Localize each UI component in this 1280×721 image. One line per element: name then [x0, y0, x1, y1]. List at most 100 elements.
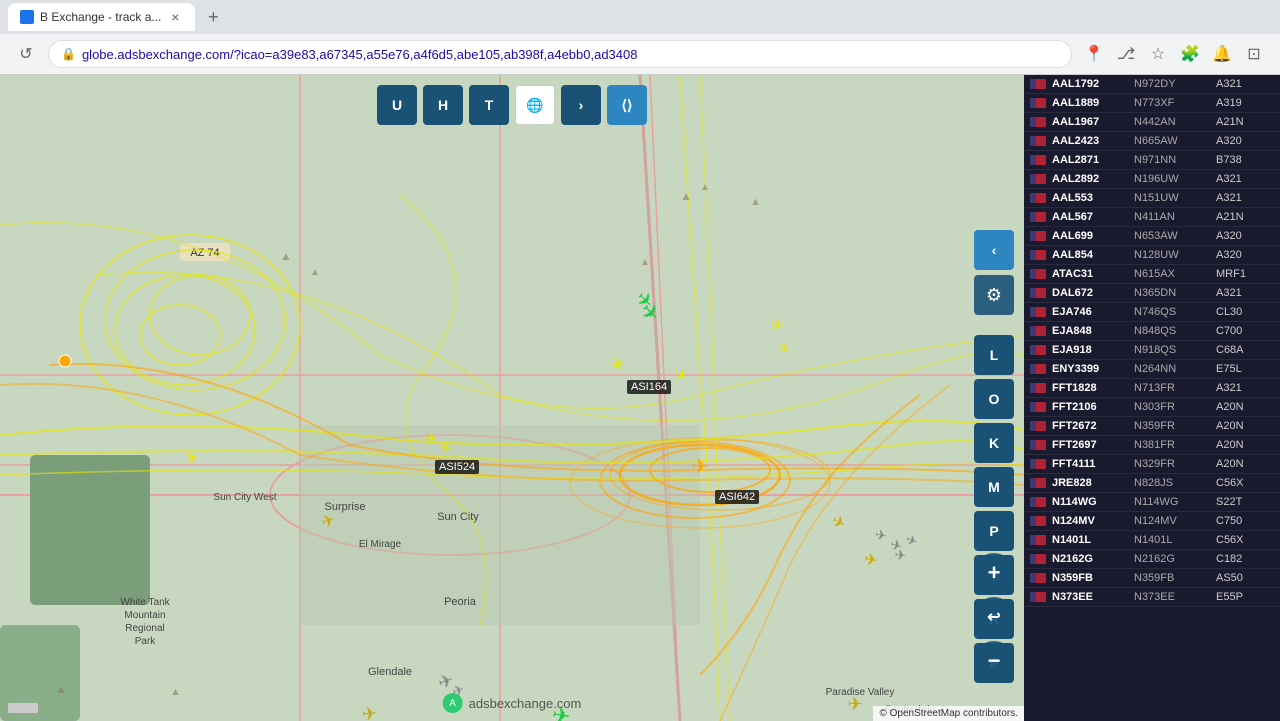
registration: N971NN	[1134, 154, 1214, 166]
globe-button[interactable]: 🌐	[515, 85, 555, 125]
callsign: AAL854	[1052, 249, 1132, 261]
registration: N329FR	[1134, 458, 1214, 470]
list-item[interactable]: ENY3399 N264NN E75L	[1024, 360, 1280, 379]
registration: N972DY	[1134, 78, 1214, 90]
list-item[interactable]: ATAC31 N615AX MRF1	[1024, 265, 1280, 284]
list-item[interactable]: FFT2672 N359FR A20N	[1024, 417, 1280, 436]
arrow-toggle-button[interactable]: ⟨⟩	[607, 85, 647, 125]
tab-favicon	[20, 10, 34, 24]
nav-m-button[interactable]: M	[974, 467, 1014, 507]
settings-button[interactable]: ⚙	[974, 275, 1014, 315]
aircraft-type: A21N	[1216, 116, 1272, 128]
list-item[interactable]: N2162G N2162G C182	[1024, 550, 1280, 569]
list-item[interactable]: FFT2697 N381FR A20N	[1024, 436, 1280, 455]
list-item[interactable]: AAL1967 N442AN A21N	[1024, 113, 1280, 132]
flag-icon	[1030, 497, 1046, 507]
aircraft-type: A20N	[1216, 420, 1272, 432]
list-item[interactable]: AAL553 N151UW A321	[1024, 189, 1280, 208]
list-item[interactable]: EJA918 N918QS C68A	[1024, 341, 1280, 360]
aircraft-type: A20N	[1216, 401, 1272, 413]
map-area[interactable]: AZ 74	[0, 75, 1024, 721]
notifications-button[interactable]: 🔔	[1208, 40, 1236, 68]
callsign: AAL1792	[1052, 78, 1132, 90]
flag-icon	[1030, 592, 1046, 602]
zoom-out-button[interactable]: −	[974, 641, 1014, 681]
flag-icon	[1030, 307, 1046, 317]
callsign: EJA746	[1052, 306, 1132, 318]
list-item[interactable]: AAL1792 N972DY A321	[1024, 75, 1280, 94]
svg-text:Park: Park	[135, 636, 157, 647]
list-item[interactable]: AAL567 N411AN A21N	[1024, 208, 1280, 227]
svg-text:El Mirage: El Mirage	[359, 539, 402, 550]
aircraft-type: C68A	[1216, 344, 1272, 356]
list-item[interactable]: FFT4111 N329FR A20N	[1024, 455, 1280, 474]
list-item[interactable]: FFT2106 N303FR A20N	[1024, 398, 1280, 417]
share-button[interactable]: ⎇	[1112, 40, 1140, 68]
list-item[interactable]: FFT1828 N713FR A321	[1024, 379, 1280, 398]
flag-icon	[1030, 136, 1046, 146]
flag-icon	[1030, 478, 1046, 488]
svg-text:AZ 74: AZ 74	[190, 247, 219, 259]
back-button[interactable]: ↺	[12, 40, 40, 68]
aircraft-type: C56X	[1216, 534, 1272, 546]
list-item[interactable]: DAL672 N365DN A321	[1024, 284, 1280, 303]
aircraft-type: MRF1	[1216, 268, 1272, 280]
aircraft-type: C700	[1216, 325, 1272, 337]
list-item[interactable]: N114WG N114WG S22T	[1024, 493, 1280, 512]
list-item[interactable]: AAL699 N653AW A320	[1024, 227, 1280, 246]
svg-text:▲: ▲	[680, 189, 692, 203]
svg-text:Surprise: Surprise	[325, 501, 366, 513]
list-item[interactable]: JRE828 N828JS C56X	[1024, 474, 1280, 493]
settings-icon: ⚙	[986, 285, 1002, 306]
arrow-left-button[interactable]: ‹	[974, 230, 1014, 270]
flag-icon	[1030, 269, 1046, 279]
pan-button[interactable]: ↩	[974, 597, 1014, 637]
menu-button[interactable]: ⊡	[1240, 40, 1268, 68]
t-button[interactable]: T	[469, 85, 509, 125]
nav-l-button[interactable]: L	[974, 335, 1014, 375]
zoom-controls: + ↩ −	[974, 553, 1014, 681]
active-tab[interactable]: B Exchange - track a... ×	[8, 3, 195, 31]
nav-k-button[interactable]: K	[974, 423, 1014, 463]
bookmark-button[interactable]: ☆	[1144, 40, 1172, 68]
svg-text:Glendale: Glendale	[368, 666, 412, 678]
registration: N359FB	[1134, 572, 1214, 584]
flag-icon	[1030, 117, 1046, 127]
adsbexchange-logo: A adsbexchange.com	[443, 693, 582, 713]
aircraft-type: A321	[1216, 192, 1272, 204]
registration: N128UW	[1134, 249, 1214, 261]
list-item[interactable]: EJA848 N848QS C700	[1024, 322, 1280, 341]
list-item[interactable]: N124MV N124MV C750	[1024, 512, 1280, 531]
callsign: AAL553	[1052, 192, 1132, 204]
flag-icon	[1030, 79, 1046, 89]
list-item[interactable]: AAL2892 N196UW A321	[1024, 170, 1280, 189]
nav-o-button[interactable]: O	[974, 379, 1014, 419]
flag-icon	[1030, 383, 1046, 393]
tab-close-button[interactable]: ×	[167, 9, 183, 25]
lock-icon: 🔒	[61, 47, 76, 61]
list-item[interactable]: N359FB N359FB AS50	[1024, 569, 1280, 588]
u-button[interactable]: U	[377, 85, 417, 125]
aircraft-type: CL30	[1216, 306, 1272, 318]
list-item[interactable]: AAL1889 N773XF A319	[1024, 94, 1280, 113]
aircraft-label-asi642: ASI642	[715, 490, 759, 504]
nav-p-button[interactable]: P	[974, 511, 1014, 551]
extensions-button[interactable]: 🧩	[1176, 40, 1204, 68]
h-button[interactable]: H	[423, 85, 463, 125]
callsign: N359FB	[1052, 572, 1132, 584]
url-field[interactable]: 🔒 globe.adsbexchange.com/?icao=a39e83,a6…	[48, 40, 1072, 68]
list-item[interactable]: EJA746 N746QS CL30	[1024, 303, 1280, 322]
list-item[interactable]: AAL854 N128UW A320	[1024, 246, 1280, 265]
list-item[interactable]: AAL2871 N971NN B738	[1024, 151, 1280, 170]
arrow-right-button[interactable]: ›	[561, 85, 601, 125]
new-tab-button[interactable]: +	[199, 3, 227, 31]
list-item[interactable]: AAL2423 N665AW A320	[1024, 132, 1280, 151]
list-item[interactable]: N373EE N373EE E55P	[1024, 588, 1280, 607]
aircraft-type: A321	[1216, 78, 1272, 90]
main-area: AZ 74	[0, 75, 1280, 721]
aircraft-type: C182	[1216, 553, 1272, 565]
list-item[interactable]: N1401L N1401L C56X	[1024, 531, 1280, 550]
callsign: EJA848	[1052, 325, 1132, 337]
zoom-in-button[interactable]: +	[974, 553, 1014, 593]
location-button[interactable]: 📍	[1080, 40, 1108, 68]
